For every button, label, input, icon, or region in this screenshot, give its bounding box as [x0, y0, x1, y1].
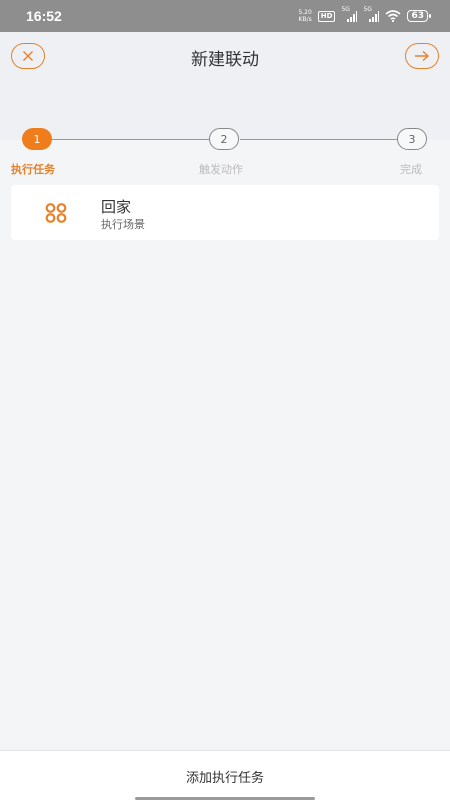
step-connector	[240, 139, 398, 140]
status-bar: 16:52 5.20 KB/s HD 5G 5G 63	[0, 0, 450, 32]
wifi-icon	[385, 10, 401, 22]
status-icons: 5.20 KB/s HD 5G 5G 63	[298, 6, 431, 23]
signal-1-label: 5G	[341, 6, 350, 13]
signal-2-label: 5G	[363, 6, 372, 13]
signal-icon: 5G	[341, 6, 358, 22]
battery-icon: 63	[407, 10, 431, 22]
step-3-label: 完成	[400, 163, 422, 176]
add-task-button[interactable]: 添加执行任务	[0, 767, 450, 786]
status-time: 16:52	[26, 8, 62, 24]
next-button[interactable]	[405, 43, 439, 69]
step-1-indicator: 1	[22, 128, 52, 150]
task-item[interactable]: 回家 执行场景	[11, 185, 439, 240]
page-title: 新建联动	[191, 50, 259, 70]
task-title: 回家	[101, 198, 132, 216]
network-speed-unit: KB/s	[298, 16, 312, 23]
signal-icon-2: 5G	[363, 6, 380, 22]
step-connector	[52, 139, 209, 140]
stepper: 1 2 3 执行任务 触发动作 完成	[0, 125, 450, 185]
step-1-label: 执行任务	[11, 163, 55, 176]
network-speed: 5.20 KB/s	[298, 9, 311, 23]
network-speed-value: 5.20	[298, 9, 312, 16]
step-2-indicator: 2	[209, 128, 239, 150]
bottom-bar: 添加执行任务	[0, 750, 450, 800]
hd-icon: HD	[317, 10, 336, 22]
step-3-indicator: 3	[397, 128, 427, 150]
task-subtitle: 执行场景	[101, 218, 145, 231]
scene-icon	[45, 203, 67, 223]
arrow-right-icon	[415, 50, 430, 62]
step-2-label: 触发动作	[199, 163, 243, 176]
header: 新建联动	[0, 32, 450, 140]
